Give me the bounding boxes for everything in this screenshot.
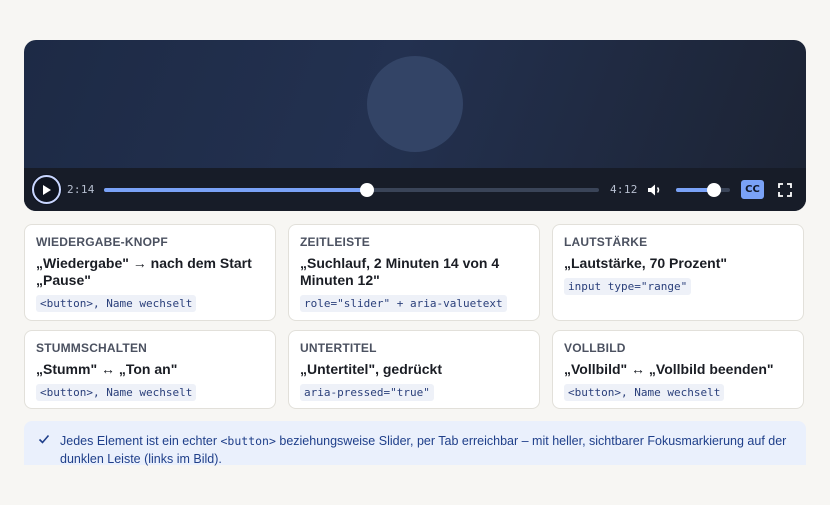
card-code: role="slider" + aria-valuetext <box>300 295 507 312</box>
card-title: Lautstärke <box>564 235 648 249</box>
card-description: „Wiedergabe" → nach dem Start „Pause" <box>36 255 252 288</box>
card-title: Zeitleiste <box>300 235 371 249</box>
card-code: input type="range" <box>564 278 692 295</box>
card-code: aria-pressed="true" <box>300 384 434 401</box>
card-title: Stummschalten <box>36 341 148 355</box>
note-text-start: Jedes Element ist ein echter <box>60 434 221 448</box>
seek-thumb[interactable] <box>360 183 375 197</box>
card-code: <button>, Name wechselt <box>564 384 725 401</box>
play-button[interactable] <box>32 175 61 204</box>
fullscreen-icon <box>777 182 792 197</box>
play-icon <box>43 184 51 195</box>
card-timeline: Zeitleiste „Suchlauf, 2 Minuten 14 von 4… <box>288 224 540 321</box>
card-code: <button>, Name wechselt <box>36 384 197 401</box>
card-volume: Lautstärke „Lautstärke, 70 Prozent" inpu… <box>552 224 804 321</box>
card-title: Wiedergabe-Knopf <box>36 235 168 249</box>
card-code: <button>, Name wechselt <box>36 295 197 312</box>
volume-slider[interactable] <box>676 183 730 197</box>
card-title: Vollbild <box>564 341 626 355</box>
card-description: „Untertitel", gedrückt <box>300 361 442 377</box>
video-player: 2:14 4:12 CC <box>24 40 806 211</box>
player-control-bar: 2:14 4:12 CC <box>24 168 806 211</box>
fullscreen-button[interactable] <box>776 181 793 198</box>
mute-button[interactable] <box>646 181 664 199</box>
current-time: 2:14 <box>67 183 95 196</box>
seek-progress <box>104 188 368 192</box>
card-description: „Stumm" ↔ „Ton an" <box>36 361 178 377</box>
card-description: „Suchlauf, 2 Minuten 14 von 4 Minuten 12… <box>300 255 500 288</box>
total-time: 4:12 <box>610 183 638 196</box>
card-title: Untertitel <box>300 341 377 355</box>
info-note: Jedes Element ist ein echter <button> be… <box>24 421 806 466</box>
note-code: <button> <box>220 434 276 448</box>
seek-slider[interactable] <box>104 183 599 197</box>
card-mute: Stummschalten „Stumm" ↔ „Ton an" <button… <box>24 330 276 409</box>
check-icon <box>38 434 50 444</box>
captions-button[interactable]: CC <box>741 180 764 199</box>
card-fullscreen: Vollbild „Vollbild" ↔ „Vollbild beenden"… <box>552 330 804 409</box>
card-play-button: Wiedergabe-Knopf „Wiedergabe" → nach dem… <box>24 224 276 321</box>
volume-thumb[interactable] <box>706 183 721 197</box>
video-poster-placeholder <box>367 56 463 152</box>
card-description: „Lautstärke, 70 Prozent" <box>564 255 728 271</box>
card-subtitles: Untertitel „Untertitel", gedrückt aria-p… <box>288 330 540 409</box>
volume-icon <box>648 184 660 196</box>
card-description: „Vollbild" ↔ „Vollbild beenden" <box>564 361 774 377</box>
